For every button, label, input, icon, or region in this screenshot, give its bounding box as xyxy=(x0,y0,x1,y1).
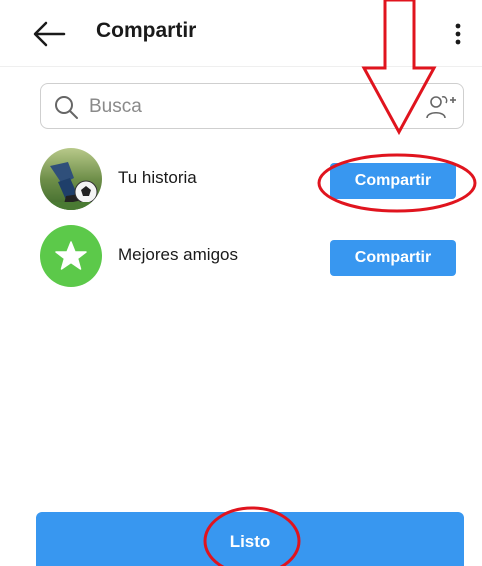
search-input[interactable] xyxy=(87,92,411,122)
header-bar: Compartir xyxy=(0,0,482,67)
star-icon xyxy=(55,241,87,270)
more-options-button[interactable] xyxy=(446,18,470,50)
share-screen: Compartir Busca Tu historia Compartir Me… xyxy=(0,0,482,566)
story-avatar xyxy=(40,148,102,210)
soccer-photo-icon xyxy=(40,148,102,210)
done-button[interactable]: Listo xyxy=(36,512,464,566)
row-label-story: Tu historia xyxy=(118,168,197,187)
add-people-icon[interactable] xyxy=(425,93,457,121)
close-friends-avatar xyxy=(40,225,102,287)
share-close-friends-button[interactable]: Compartir xyxy=(330,240,456,276)
page-title: Compartir xyxy=(96,19,197,42)
search-bar xyxy=(40,83,464,129)
more-vertical-icon xyxy=(455,23,461,45)
back-button[interactable] xyxy=(30,14,70,54)
search-icon xyxy=(55,96,78,119)
share-row-story: Tu historia Compartir xyxy=(40,148,470,210)
row-label-close-friends: Mejores amigos xyxy=(118,245,238,264)
share-story-button[interactable]: Compartir xyxy=(330,163,456,199)
arrow-left-icon xyxy=(33,21,66,47)
share-row-close-friends: Mejores amigos Compartir xyxy=(40,225,470,287)
